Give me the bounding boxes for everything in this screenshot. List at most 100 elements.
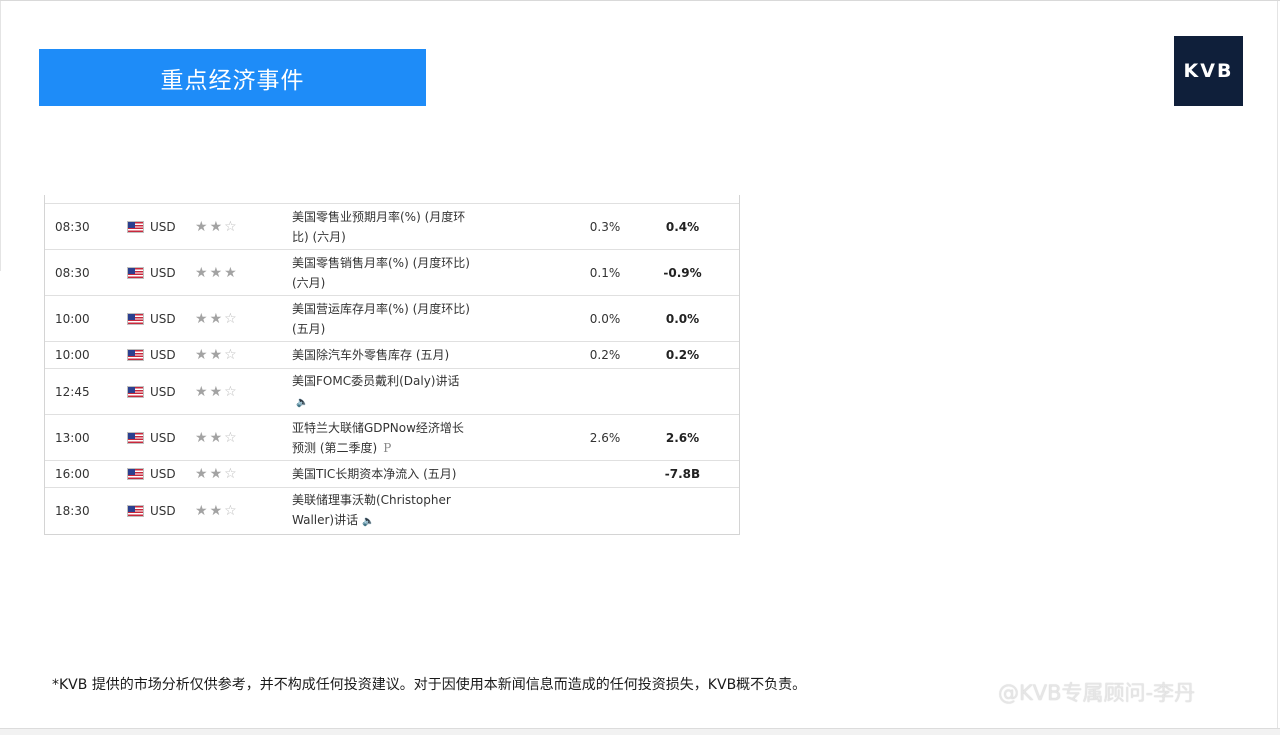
currency-code: USD	[150, 467, 176, 481]
us-flag-icon-wrap	[127, 415, 149, 460]
event-time: 10:00	[55, 348, 90, 362]
star-filled-icon: ★	[195, 503, 210, 519]
us-flag-icon-wrap	[127, 342, 149, 368]
event-time: 16:00	[55, 467, 90, 481]
event-name: 美国营运库存月率(%) (月度环比) (五月)	[292, 296, 492, 341]
speaker-icon[interactable]: 🔈	[296, 393, 308, 413]
previous-value	[565, 461, 645, 487]
actual-value	[645, 369, 720, 414]
event-time: 08:30	[55, 265, 90, 280]
star-filled-icon: ★	[209, 466, 225, 482]
event-name-text: Waller)讲话	[292, 513, 359, 527]
event-time: 12:45	[55, 384, 90, 399]
star-filled-icon: ★	[195, 347, 210, 363]
star-filled-icon: ★	[195, 264, 210, 281]
kvb-logo: KVB	[1174, 36, 1243, 106]
importance-rating: ★ ★ ★	[195, 250, 255, 295]
us-flag-icon	[127, 505, 144, 517]
us-flag-icon-wrap	[127, 461, 149, 487]
star-filled-icon: ★	[195, 383, 210, 400]
event-name-line: 美国除汽车外零售库存 (五月)	[292, 348, 450, 362]
star-empty-icon: ☆	[224, 218, 239, 235]
event-name: 美国除汽车外零售库存 (五月)	[292, 342, 492, 368]
previous-value: 0.3%	[589, 219, 621, 234]
importance-rating: ★ ★ ☆	[195, 204, 255, 249]
table-row: 12:45 USD ★ ★ ☆ 美国FOMC委员戴利(Daly)讲话 🔈	[45, 369, 739, 415]
us-flag-icon-wrap	[127, 204, 149, 249]
event-name: 亚特兰大联储GDPNow经济增长 预测 (第二季度) P	[292, 415, 492, 460]
disclaimer-text: *KVB 提供的市场分析仅供参考，并不构成任何投资建议。对于因使用本新闻信息而造…	[52, 677, 807, 693]
event-name-line: (六月)	[292, 275, 326, 290]
event-name-line: 亚特兰大联储GDPNow经济增长	[292, 420, 464, 435]
table-row: 10:00 USD ★ ★ ☆ 美国营运库存月率(%) (月度环比) (五月) 0.0% 0.0…	[45, 296, 739, 342]
star-empty-icon: ☆	[224, 347, 239, 363]
event-name-line: 比) (六月)	[292, 229, 346, 244]
us-flag-icon	[127, 385, 144, 398]
previous-value: 0.2%	[589, 348, 621, 362]
event-name: 美国零售销售月率(%) (月度环比) (六月)	[292, 250, 492, 295]
us-flag-icon	[127, 468, 144, 480]
star-filled-icon: ★	[209, 310, 225, 327]
star-empty-icon: ☆	[224, 310, 239, 327]
actual-value: 0.4%	[665, 219, 700, 234]
us-flag-icon	[127, 349, 144, 361]
event-name-line: 🔈	[292, 391, 459, 413]
section-title-banner: 重点经济事件	[39, 49, 426, 106]
event-name-line: (五月)	[292, 321, 326, 336]
importance-rating: ★ ★ ☆	[195, 461, 255, 487]
table-row: 08:30 USD ★ ★ ★ 美国零售销售月率(%) (月度环比) (六月) 0.1% -0.…	[45, 250, 739, 296]
actual-value: 0.2%	[665, 348, 700, 362]
us-flag-icon-wrap	[127, 250, 149, 295]
event-name-line: 美国营运库存月率(%) (月度环比)	[292, 301, 470, 316]
star-filled-icon: ★	[209, 429, 225, 446]
event-time: 18:30	[55, 504, 90, 518]
importance-rating: ★ ★ ☆	[195, 488, 255, 534]
table-row: 18:30 USD ★ ★ ☆ 美联储理事沃勒(Christopher Waller)讲话 🔈	[45, 488, 739, 534]
star-filled-icon: ★	[209, 503, 225, 519]
event-time: 13:00	[55, 430, 90, 445]
us-flag-icon	[127, 220, 144, 233]
importance-rating: ★ ★ ☆	[195, 296, 255, 341]
actual-value	[645, 488, 720, 534]
star-empty-icon: ☆	[224, 383, 239, 400]
author-watermark: @KVB专属顾问-李丹	[998, 681, 1196, 705]
event-name-line: Waller)讲话 🔈	[292, 510, 451, 532]
event-name-line: 预测 (第二季度) P	[292, 438, 464, 458]
importance-rating: ★ ★ ☆	[195, 342, 255, 368]
frame-divider	[1277, 1, 1278, 735]
us-flag-icon	[127, 431, 144, 444]
table-row: 13:00 USD ★ ★ ☆ 亚特兰大联储GDPNow经济增长 预测 (第二季度) P 2.6…	[45, 415, 739, 461]
importance-rating: ★ ★ ☆	[195, 415, 255, 460]
importance-rating: ★ ★ ☆	[195, 369, 255, 414]
table-top-edge	[45, 195, 739, 204]
event-time: 10:00	[55, 311, 90, 326]
previous-value: 2.6%	[589, 430, 621, 445]
event-name-line: 美国TIC长期资本净流入 (五月)	[292, 467, 457, 481]
page: 重点经济事件 KVB 08:30 USD ★ ★ ☆ 美国零售业预期月率(%) (月度环比…	[0, 0, 1280, 735]
event-name-text: 预测 (第二季度)	[292, 440, 378, 455]
us-flag-icon-wrap	[127, 369, 149, 414]
event-name: 美国TIC长期资本净流入 (五月)	[292, 461, 492, 487]
star-empty-icon: ☆	[224, 466, 239, 482]
previous-value	[565, 488, 645, 534]
star-filled-icon: ★	[224, 264, 239, 281]
event-name-line: 美国零售业预期月率(%) (月度环	[292, 209, 466, 224]
economic-calendar-table: 08:30 USD ★ ★ ☆ 美国零售业预期月率(%) (月度环 比) (六月) 0.3% 0…	[44, 195, 740, 535]
star-empty-icon: ☆	[224, 503, 239, 519]
actual-value: 2.6%	[665, 430, 700, 445]
us-flag-icon-wrap	[127, 488, 149, 534]
previous-value	[565, 369, 645, 414]
star-empty-icon: ☆	[224, 429, 239, 446]
bottom-strip	[0, 729, 1280, 735]
frame-divider	[0, 1, 1, 271]
event-name-line: 美国零售销售月率(%) (月度环比)	[292, 255, 470, 270]
preliminary-p-icon: P	[383, 440, 392, 455]
event-name-line: 美联储理事沃勒(Christopher	[292, 493, 451, 507]
currency-code: USD	[150, 311, 176, 326]
star-filled-icon: ★	[209, 218, 225, 235]
currency-code: USD	[150, 504, 176, 518]
speaker-icon[interactable]: 🔈	[362, 512, 374, 532]
table-row: 16:00 USD ★ ★ ☆ 美国TIC长期资本净流入 (五月) -7.8B	[45, 461, 739, 488]
event-name: 美国零售业预期月率(%) (月度环 比) (六月)	[292, 204, 492, 249]
event-name: 美国FOMC委员戴利(Daly)讲话 🔈	[292, 369, 492, 414]
